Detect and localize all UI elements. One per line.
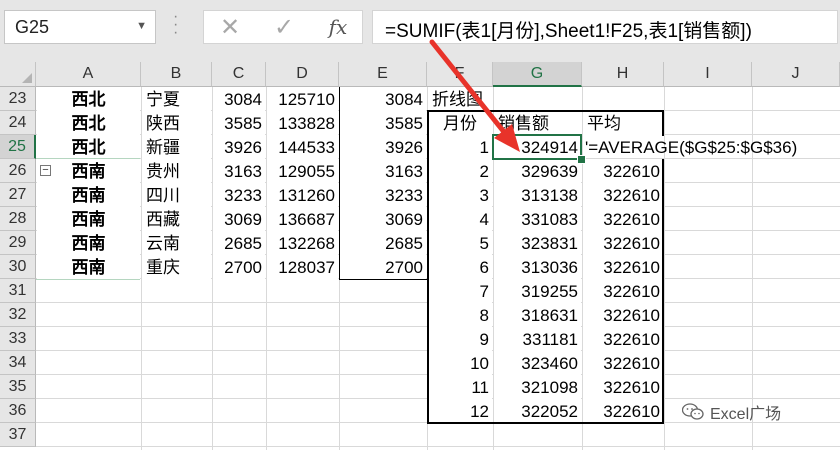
watermark-text: Excel广场 xyxy=(710,406,782,423)
watermark: Excel广场 xyxy=(682,400,781,424)
wechat-icon xyxy=(682,403,704,420)
annotation-arrow-icon xyxy=(429,39,520,152)
